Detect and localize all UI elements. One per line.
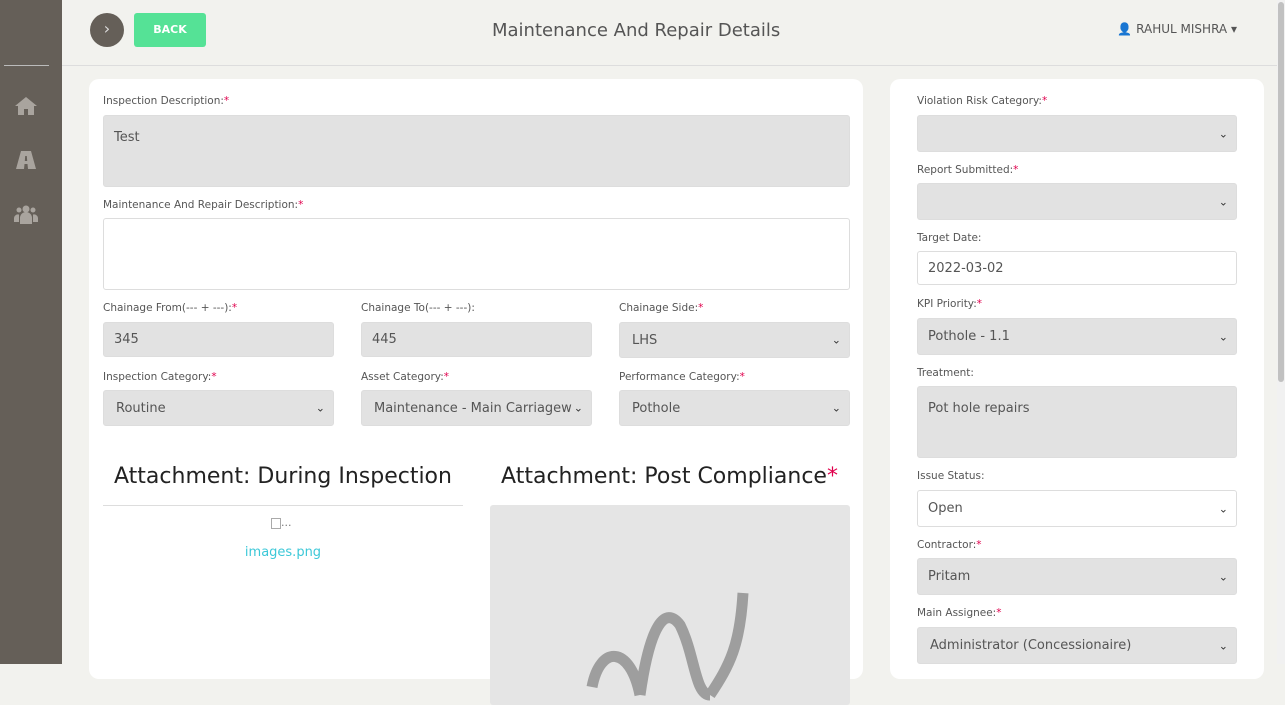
treatment-field[interactable]: Pot hole repairs [917, 386, 1237, 458]
target-date-field[interactable]: 2022-03-02 [917, 251, 1237, 285]
treatment-label: Treatment: [917, 367, 974, 379]
chevron-down-icon: ⌄ [1218, 639, 1228, 652]
chainage-to-label: Chainage To(--- + ---): [361, 302, 475, 314]
inspection-category-select[interactable]: Routine ⌄ [103, 390, 334, 426]
scrollbar-thumb[interactable] [1278, 2, 1284, 382]
report-submitted-select[interactable]: ⌄ [917, 183, 1237, 220]
chevron-down-icon: ⌄ [831, 333, 841, 347]
header: › BACK Maintenance And Repair Details 👤 … [62, 0, 1285, 66]
caret-down-icon: ▾ [1230, 22, 1237, 36]
repair-description-field[interactable] [103, 218, 850, 290]
post-compliance-title: Attachment: Post Compliance* [501, 464, 838, 489]
target-date-label: Target Date: [917, 232, 982, 244]
chevron-down-icon: ⌄ [1218, 502, 1228, 515]
chevron-down-icon: ⌄ [831, 401, 841, 415]
violation-risk-select[interactable]: ⌄ [917, 115, 1237, 152]
contractor-label: Contractor:* [917, 539, 982, 551]
performance-category-select[interactable]: Pothole ⌄ [619, 390, 850, 426]
broken-image-icon: ... [271, 516, 292, 529]
side-form-card: Violation Risk Category:* ⌄ Report Submi… [890, 79, 1264, 679]
chainage-from-label: Chainage From(--- + ---):* [103, 302, 238, 314]
asset-category-label: Asset Category:* [361, 371, 450, 383]
asset-category-select[interactable]: Maintenance - Main Carriagew ⌄ [361, 390, 592, 426]
chainage-to-field[interactable]: 445 [361, 322, 592, 357]
signature-drawing [586, 592, 749, 701]
attachment-link[interactable]: images.png [103, 545, 463, 560]
sidebar-toggle-button[interactable]: › [90, 13, 124, 47]
inspection-description-label: Inspection Description:* [103, 95, 230, 107]
issue-status-select[interactable]: Open ⌄ [917, 490, 1237, 527]
chainage-side-label: Chainage Side:* [619, 302, 704, 314]
divider [103, 505, 463, 506]
chevron-down-icon: ⌄ [315, 401, 325, 415]
kpi-priority-select[interactable]: Pothole - 1.1 ⌄ [917, 318, 1237, 355]
chainage-from-field[interactable]: 345 [103, 322, 334, 357]
main-assignee-select[interactable]: Administrator (Concessionaire) ⌄ [917, 627, 1237, 664]
chevron-down-icon: ⌄ [573, 401, 583, 415]
road-icon[interactable] [14, 148, 38, 172]
repair-description-label: Maintenance And Repair Description:* [103, 199, 304, 211]
sidebar [0, 0, 62, 664]
user-menu[interactable]: 👤 RAHUL MISHRA ▾ [1117, 22, 1237, 36]
chainage-side-select[interactable]: LHS ⌄ [619, 322, 850, 358]
chevron-down-icon: ⌄ [1218, 195, 1228, 208]
chevron-down-icon: ⌄ [1218, 127, 1228, 140]
performance-category-label: Performance Category:* [619, 371, 745, 383]
issue-status-label: Issue Status: [917, 470, 985, 482]
main-assignee-label: Main Assignee:* [917, 607, 1002, 619]
signature-pad[interactable] [490, 505, 850, 705]
contractor-select[interactable]: Pritam ⌄ [917, 558, 1237, 595]
kpi-priority-label: KPI Priority:* [917, 298, 983, 310]
back-button[interactable]: BACK [134, 13, 206, 47]
during-inspection-title: Attachment: During Inspection [114, 464, 452, 489]
main-form-card: Inspection Description:* Test Maintenanc… [89, 79, 863, 705]
user-name: RAHUL MISHRA [1136, 22, 1228, 36]
chevron-down-icon: ⌄ [1218, 570, 1228, 583]
page-title: Maintenance And Repair Details [492, 20, 781, 41]
user-icon: 👤 [1117, 22, 1133, 36]
inspection-description-field[interactable]: Test [103, 115, 850, 187]
home-icon[interactable] [14, 94, 38, 118]
users-icon[interactable] [14, 202, 38, 226]
violation-risk-label: Violation Risk Category:* [917, 95, 1048, 107]
sidebar-divider [4, 65, 49, 66]
inspection-category-label: Inspection Category:* [103, 371, 217, 383]
page-scrollbar[interactable] [1277, 0, 1285, 664]
report-submitted-label: Report Submitted:* [917, 164, 1019, 176]
chevron-down-icon: ⌄ [1218, 330, 1228, 343]
chevron-right-icon: › [103, 19, 111, 38]
